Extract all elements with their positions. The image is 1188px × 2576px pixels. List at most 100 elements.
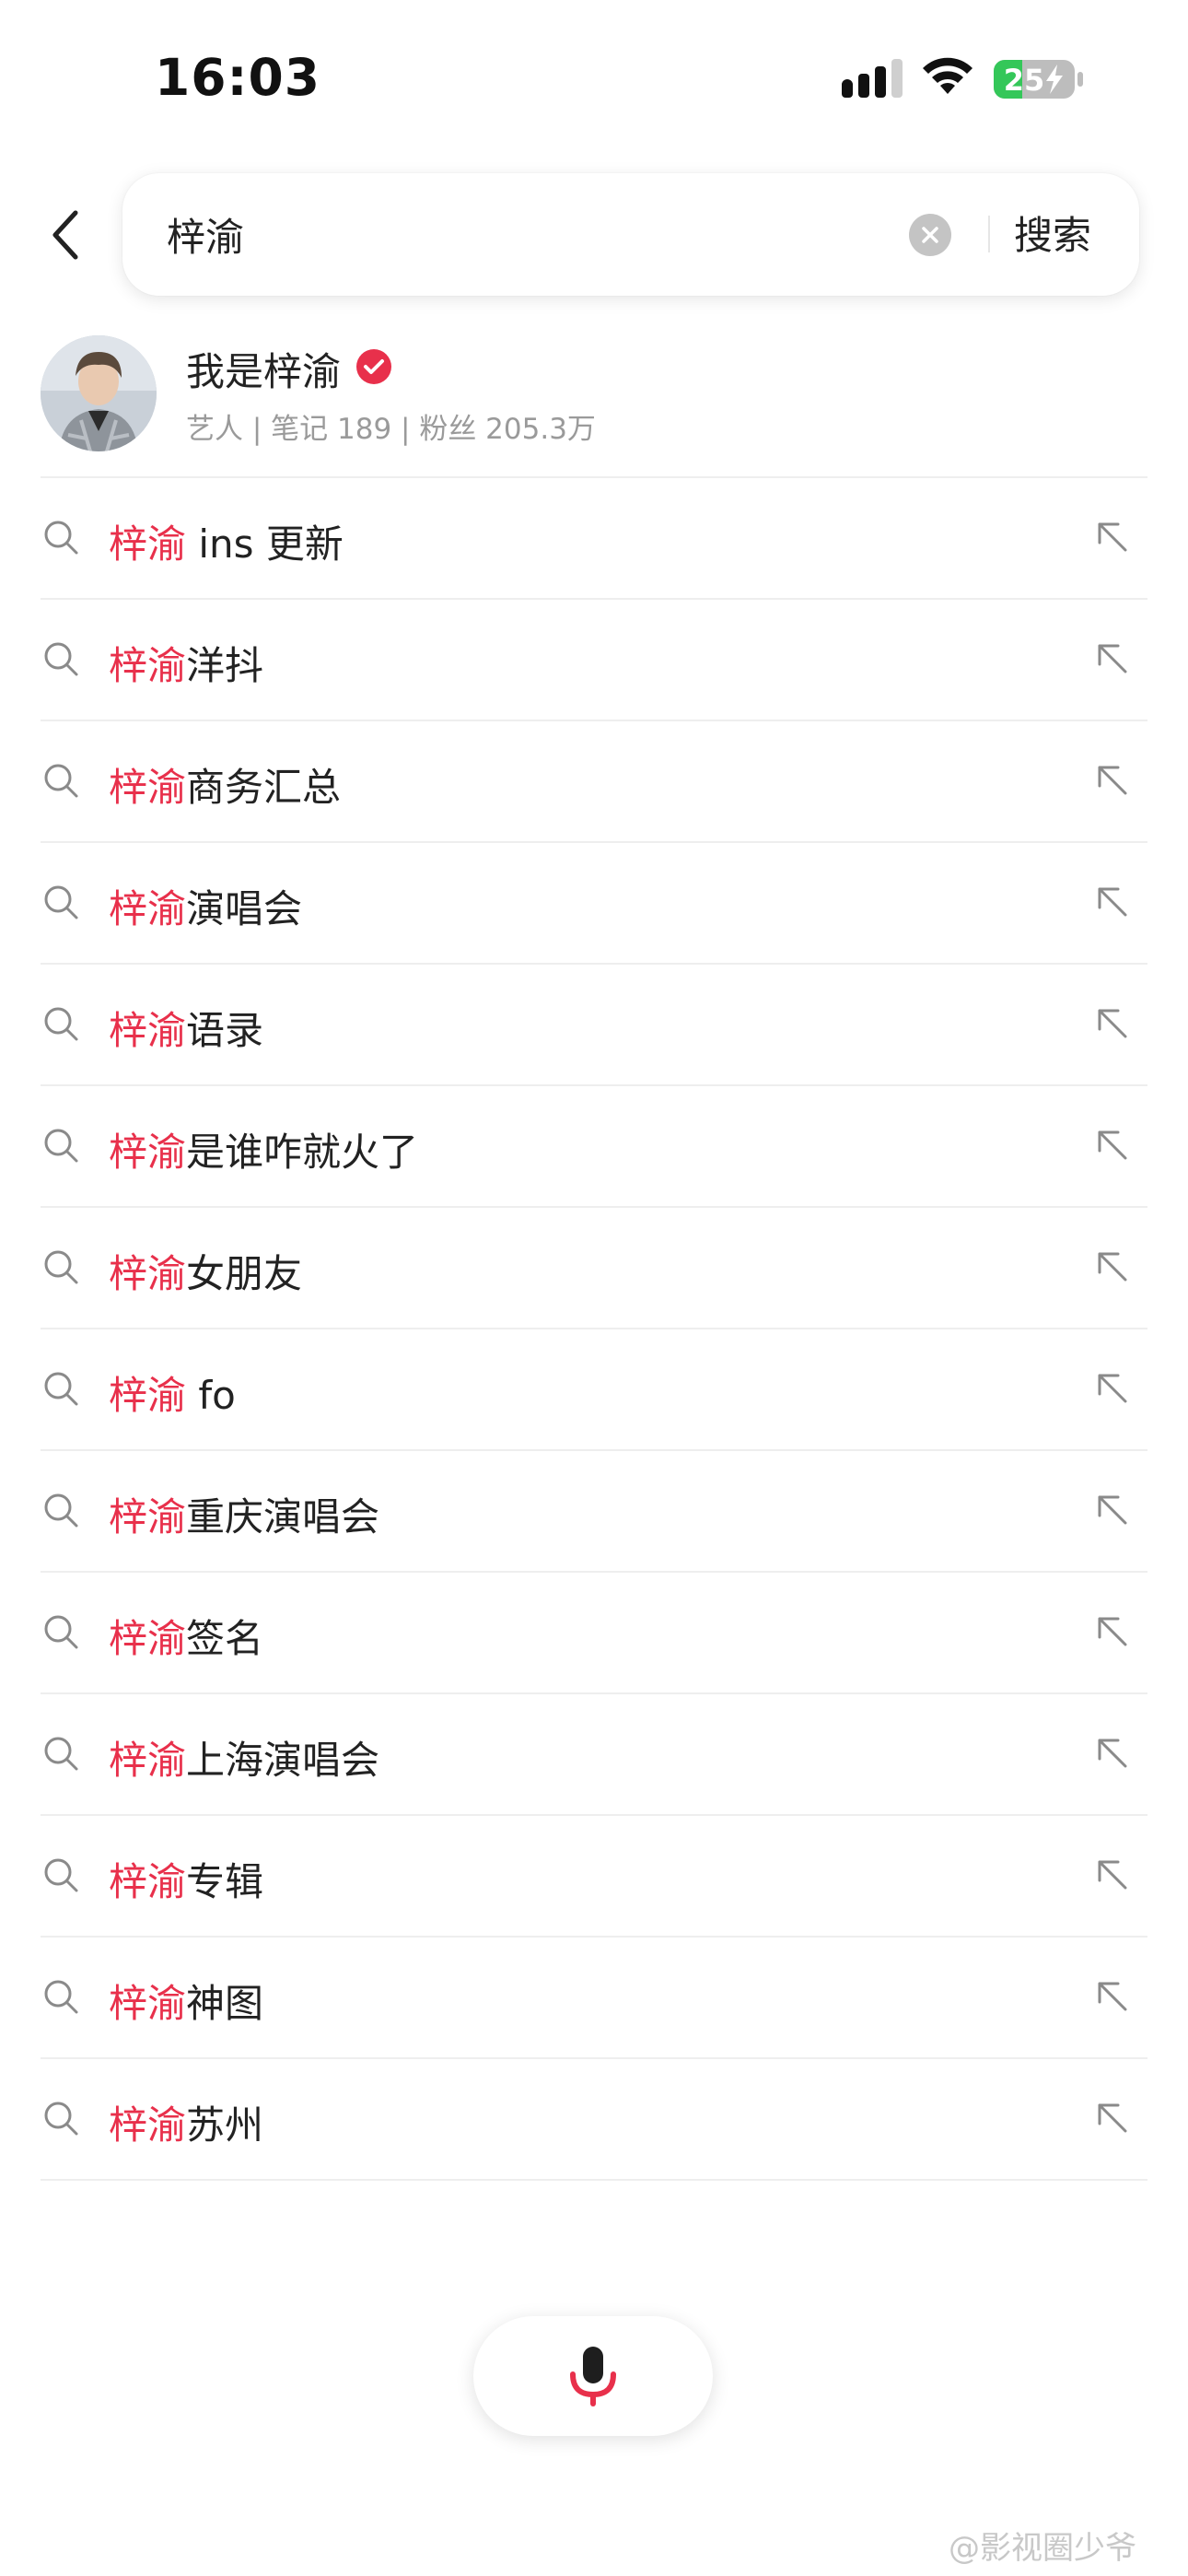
arrow-up-left-icon[interactable] (1094, 1248, 1131, 1285)
search-icon (44, 1980, 78, 2014)
suggestion-rest: 苏州 (186, 2102, 264, 2148)
suggestion-rest: 签名 (186, 1616, 264, 1661)
battery-icon: 25 (994, 60, 1083, 99)
search-icon (44, 1372, 78, 1406)
suggestion-text: 梓渝苏州 (109, 2094, 263, 2150)
suggestion-item[interactable]: 梓渝语录 (41, 965, 1147, 1086)
arrow-up-left-icon[interactable] (1094, 640, 1131, 677)
suggestion-highlight: 梓渝 (109, 1251, 187, 1296)
suggestion-text: 梓渝语录 (109, 1000, 263, 1056)
voice-search-button[interactable] (473, 2316, 713, 2436)
suggestion-rest: 是谁咋就火了 (186, 1130, 419, 1175)
arrow-up-left-icon[interactable] (1094, 1613, 1131, 1650)
suggestion-item[interactable]: 梓渝神图 (41, 1938, 1147, 2059)
suggestion-item[interactable]: 梓渝上海演唱会 (41, 1694, 1147, 1816)
suggestion-highlight: 梓渝 (109, 1494, 187, 1540)
suggestion-text: 梓渝是谁咋就火了 (109, 1121, 418, 1177)
suggestion-item[interactable]: 梓渝洋抖 (41, 600, 1147, 721)
user-meta: 艺人 | 笔记 189 | 粉丝 205.3万 (186, 413, 596, 446)
suggestion-text: 梓渝神图 (109, 1973, 263, 2029)
suggestion-highlight: 梓渝 (109, 886, 187, 931)
arrow-up-left-icon[interactable] (1094, 1735, 1131, 1772)
arrow-up-left-icon[interactable] (1094, 1978, 1131, 2015)
search-icon (44, 1858, 78, 1892)
search-input[interactable]: 梓渝 (167, 206, 244, 263)
avatar-image (41, 335, 157, 451)
arrow-up-left-icon[interactable] (1094, 519, 1131, 556)
suggestion-text: 梓渝上海演唱会 (109, 1729, 379, 1786)
suggestion-item[interactable]: 梓渝演唱会 (41, 843, 1147, 965)
suggestion-item[interactable]: 梓渝重庆演唱会 (41, 1451, 1147, 1573)
suggestion-text: 梓渝专辑 (109, 1851, 263, 1907)
search-suggestion-page: 16:03 25 梓渝 搜索 我是梓渝 艺人 | 笔记 189 | 粉丝 205… (0, 0, 1188, 2576)
suggestion-highlight: 梓渝 (109, 1616, 187, 1661)
verified-badge-icon (356, 349, 391, 384)
suggestion-item[interactable]: 梓渝女朋友 (41, 1208, 1147, 1329)
status-time: 16:03 (155, 48, 321, 107)
arrow-up-left-icon[interactable] (1094, 1492, 1131, 1528)
search-icon (44, 1615, 78, 1649)
suggestion-highlight: 梓渝 (109, 1373, 187, 1418)
suggestion-item[interactable]: 梓渝商务汇总 (41, 721, 1147, 843)
suggestion-text: 梓渝女朋友 (109, 1243, 302, 1299)
suggestion-item[interactable]: 梓渝专辑 (41, 1816, 1147, 1938)
arrow-up-left-icon[interactable] (1094, 2100, 1131, 2137)
arrow-up-left-icon[interactable] (1094, 762, 1131, 799)
arrow-up-left-icon[interactable] (1094, 1127, 1131, 1164)
arrow-up-left-icon[interactable] (1094, 1856, 1131, 1893)
search-icon (44, 2102, 78, 2136)
cellular-signal-icon (842, 59, 903, 98)
suggestion-item[interactable]: 梓渝 fo (41, 1329, 1147, 1451)
suggestion-item[interactable]: 梓渝 ins 更新 (41, 478, 1147, 600)
avatar[interactable] (41, 335, 157, 451)
suggestion-item[interactable]: 梓渝苏州 (41, 2059, 1147, 2181)
search-bar: 梓渝 搜索 (122, 173, 1139, 296)
status-bar: 16:03 25 (0, 0, 1188, 157)
divider (41, 2179, 1147, 2181)
suggestion-highlight: 梓渝 (109, 1130, 187, 1175)
microphone-icon (570, 2347, 616, 2406)
suggestion-rest: 上海演唱会 (186, 1738, 380, 1783)
search-icon (44, 521, 78, 555)
suggestion-item[interactable]: 梓渝签名 (41, 1573, 1147, 1694)
search-icon (44, 885, 78, 919)
suggestion-highlight: 梓渝 (109, 1859, 187, 1904)
back-button[interactable] (37, 203, 92, 267)
chevron-left-icon (52, 210, 78, 260)
suggestion-rest: 女朋友 (186, 1251, 303, 1296)
suggestion-highlight: 梓渝 (109, 2102, 187, 2148)
user-name: 我是梓渝 (186, 349, 342, 394)
search-icon (44, 1007, 78, 1041)
arrow-up-left-icon[interactable] (1094, 1370, 1131, 1407)
user-result-card[interactable]: 我是梓渝 艺人 | 笔记 189 | 粉丝 205.3万 (41, 335, 1146, 474)
suggestion-highlight: 梓渝 (109, 1981, 187, 2026)
suggestion-text: 梓渝重庆演唱会 (109, 1486, 379, 1542)
search-submit-button[interactable]: 搜索 (1014, 205, 1091, 261)
watermark: @影视圈少爷 (949, 2530, 1136, 2567)
search-icon (44, 1129, 78, 1163)
suggestion-rest: 神图 (186, 1981, 264, 2026)
search-icon (44, 764, 78, 798)
wifi-icon (923, 57, 973, 94)
suggestion-rest: 重庆演唱会 (186, 1494, 380, 1540)
arrow-up-left-icon[interactable] (1094, 884, 1131, 920)
close-icon (922, 227, 938, 243)
suggestion-highlight: 梓渝 (109, 1008, 187, 1053)
suggestion-rest: 语录 (186, 1008, 264, 1053)
battery-level-text: 25 (1004, 63, 1045, 98)
search-divider (988, 216, 990, 252)
suggestion-rest: ins 更新 (186, 521, 344, 567)
arrow-up-left-icon[interactable] (1094, 1005, 1131, 1042)
search-icon (44, 1250, 78, 1284)
suggestion-item[interactable]: 梓渝是谁咋就火了 (41, 1086, 1147, 1208)
search-icon (44, 642, 78, 676)
suggestion-text: 梓渝 fo (109, 1364, 236, 1421)
suggestion-highlight: 梓渝 (109, 521, 187, 567)
suggestion-rest: 演唱会 (186, 886, 303, 931)
suggestion-highlight: 梓渝 (109, 643, 187, 688)
clear-search-button[interactable] (909, 214, 951, 256)
suggestion-highlight: 梓渝 (109, 765, 187, 810)
suggestion-rest: fo (186, 1373, 236, 1418)
suggestion-text: 梓渝签名 (109, 1608, 263, 1664)
suggestion-rest: 商务汇总 (186, 765, 342, 810)
